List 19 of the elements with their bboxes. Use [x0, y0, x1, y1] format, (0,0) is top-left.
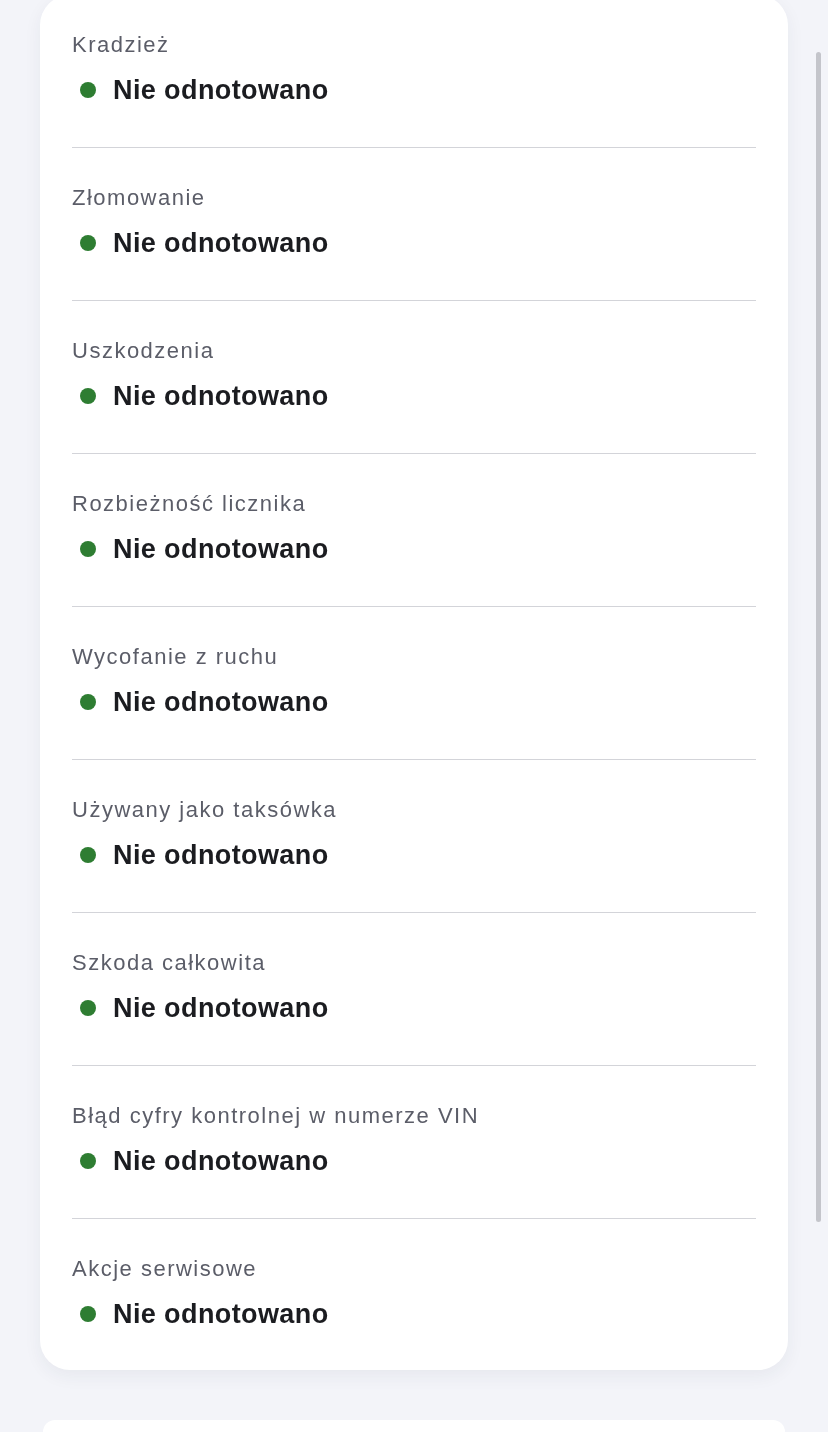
- status-value: Nie odnotowano: [113, 74, 329, 107]
- status-label: Akcje serwisowe: [72, 1255, 259, 1283]
- status-value: Nie odnotowano: [113, 1145, 329, 1178]
- status-label: Błąd cyfry kontrolnej w numerze VIN: [72, 1102, 481, 1130]
- status-label: Używany jako taksówka: [72, 796, 339, 824]
- status-value: Nie odnotowano: [113, 686, 329, 719]
- status-label: Wycofanie z ruchu: [72, 643, 280, 671]
- status-value: Nie odnotowano: [113, 992, 329, 1025]
- status-value: Nie odnotowano: [113, 380, 329, 413]
- status-label: Kradzież: [72, 31, 171, 59]
- scrollbar-thumb[interactable]: [816, 52, 821, 1222]
- status-label: Szkoda całkowita: [72, 949, 267, 977]
- status-value: Nie odnotowano: [113, 1298, 329, 1331]
- status-value: Nie odnotowano: [113, 533, 329, 566]
- status-value: Nie odnotowano: [113, 839, 329, 872]
- status-label: Rozbieżność licznika: [72, 490, 308, 518]
- status-label: Złomowanie: [72, 184, 207, 212]
- status-label: Uszkodzenia: [72, 337, 216, 365]
- status-value: Nie odnotowano: [113, 227, 329, 260]
